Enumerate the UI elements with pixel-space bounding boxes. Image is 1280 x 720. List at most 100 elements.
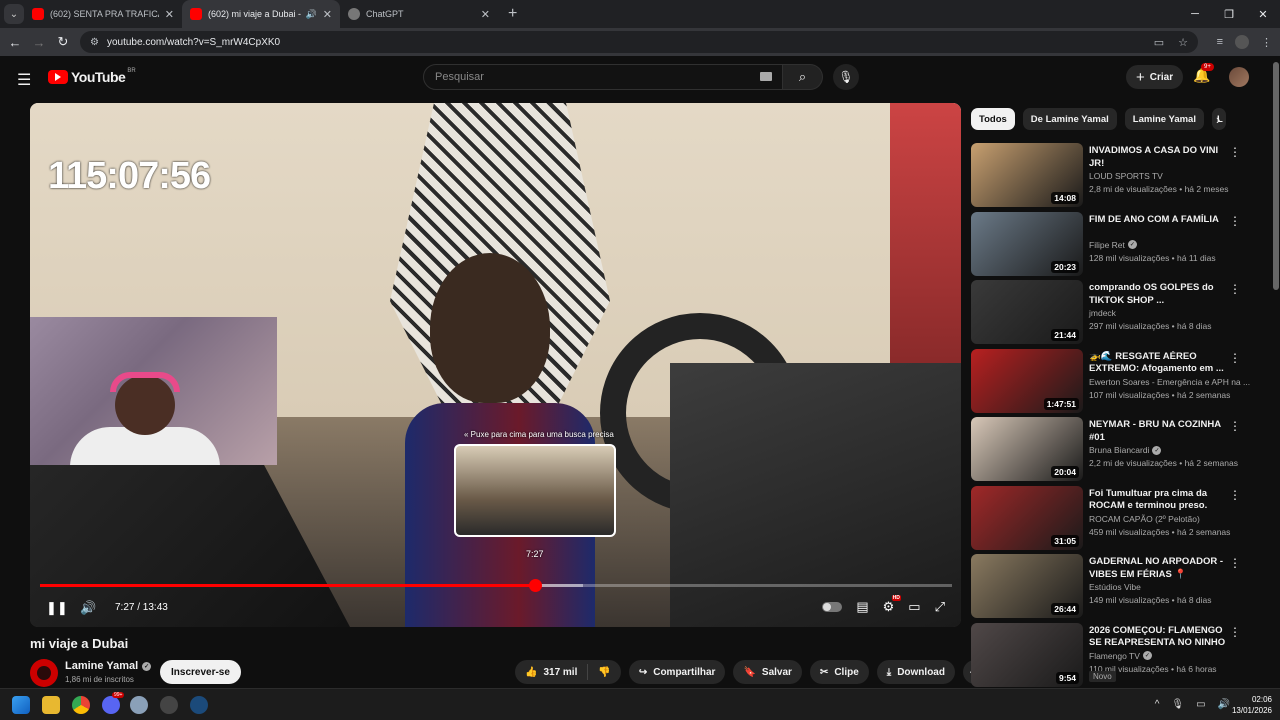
more-options-icon[interactable]: ⋮ — [1229, 282, 1241, 296]
microphone-tray-icon[interactable]: 🎙 — [1171, 699, 1184, 710]
video-thumbnail[interactable]: 14:08 — [971, 143, 1083, 207]
close-icon[interactable]: ✕ — [323, 8, 332, 21]
chip-todos[interactable]: Todos — [971, 108, 1015, 130]
recommendation-title[interactable]: FIM DE ANO COM A FAMÍLIA — [1089, 214, 1229, 227]
recommendation-channel[interactable]: Ewerton Soares - Emergência e APH na ... — [1089, 377, 1250, 387]
channel-name[interactable]: Lamine Yamal ✓ — [65, 660, 152, 672]
discord-icon[interactable] — [102, 696, 120, 714]
recommendation-channel[interactable]: Estúdios Vibe — [1089, 582, 1141, 592]
new-tab-button[interactable]: + — [508, 5, 517, 23]
recommendation-item[interactable]: 9:54 2026 COMEÇOU: FLAMENGO SE REAPRESENT… — [971, 622, 1261, 687]
more-options-icon[interactable]: ⋮ — [1229, 145, 1241, 159]
video-thumbnail[interactable]: 1:47:51 — [971, 348, 1083, 413]
browser-tab-3[interactable]: ChatGPT ✕ — [340, 0, 498, 28]
more-options-icon[interactable]: ⋮ — [1229, 488, 1241, 502]
volume-tray-icon[interactable]: 🔊 — [1218, 699, 1230, 710]
recommendation-channel[interactable]: Filipe Ret ✓ — [1089, 240, 1137, 250]
recommendation-title[interactable]: GADERNAL NO ARPOADOR - VIBES EM FÉRIAS 📍 — [1089, 556, 1229, 581]
site-info-icon[interactable]: ⚙ — [90, 37, 99, 48]
tab-search-icon[interactable]: ⌄ — [4, 4, 24, 24]
theater-mode-button[interactable]: ▭ — [908, 599, 920, 615]
chevron-right-icon[interactable]: › — [1216, 112, 1220, 127]
recommendation-channel[interactable]: ROCAM CAPÃO (2º Pelotão) — [1089, 514, 1200, 524]
create-button[interactable]: + Criar — [1126, 65, 1184, 89]
search-input[interactable]: Pesquisar — [423, 64, 783, 90]
download-button[interactable]: ⤓ Download — [876, 660, 955, 684]
notifications-button[interactable]: 🔔 9+ — [1193, 63, 1214, 84]
address-bar[interactable]: ⚙ youtube.com/watch?v=S_mrW4CpXK0 ▭ ☆ — [80, 31, 1198, 53]
minimize-button[interactable]: ─ — [1178, 0, 1212, 28]
recommendation-item[interactable]: 14:08 INVADIMOS A CASA DO VINI JR! LOUD SP… — [971, 143, 1261, 207]
more-options-icon[interactable]: ⋮ — [1229, 214, 1241, 228]
recommendation-title[interactable]: 2026 COMEÇOU: FLAMENGO SE REAPRESENTA NO… — [1089, 625, 1229, 651]
system-clock[interactable]: 02:06 13/01/2026 — [1232, 694, 1272, 716]
subscribe-button[interactable]: Inscrever-se — [160, 660, 241, 684]
cast-icon[interactable]: ▭ — [1154, 36, 1164, 49]
settings-gear-icon[interactable] — [130, 696, 148, 714]
recommendation-title[interactable]: INVADIMOS A CASA DO VINI JR! — [1089, 145, 1229, 170]
recommendation-item[interactable]: 1:47:51 🚁🌊 RESGATE AÉREO EXTREMO: Afogame… — [971, 348, 1261, 413]
recommendation-channel[interactable]: Bruna Biancardi ✓ — [1089, 445, 1162, 455]
video-thumbnail[interactable]: 9:54 — [971, 622, 1083, 687]
like-button[interactable]: 👍 317 mil — [515, 664, 589, 680]
profile-avatar[interactable] — [1235, 35, 1249, 49]
video-thumbnail[interactable]: 20:23 — [971, 211, 1083, 276]
volume-button[interactable]: 🔊 — [80, 600, 96, 616]
back-button[interactable]: ← — [3, 35, 27, 50]
video-thumbnail[interactable]: 20:04 — [971, 417, 1083, 481]
share-button[interactable]: ↪ Compartilhar — [628, 660, 726, 684]
autoplay-toggle[interactable] — [822, 602, 843, 612]
file-explorer-icon[interactable] — [42, 696, 60, 714]
more-options-icon[interactable]: ⋮ — [1229, 556, 1241, 570]
save-button[interactable]: 🔖 Salvar — [733, 660, 802, 684]
close-icon[interactable]: ✕ — [481, 8, 490, 21]
recommendation-item[interactable]: 20:04 NEYMAR - BRU NA COZINHA #01 Bruna Bi… — [971, 417, 1261, 481]
chatgpt-app-icon[interactable] — [160, 696, 178, 714]
recommendation-channel[interactable]: Flamengo TV ✓ — [1089, 651, 1152, 661]
video-player[interactable]: 115:07:56 « Puxe para cima para uma busc… — [30, 103, 961, 627]
video-thumbnail[interactable]: 31:05 — [971, 485, 1083, 550]
chip-lamine-yamal[interactable]: Lamine Yamal — [1124, 108, 1204, 130]
recommendation-item[interactable]: 31:05 Foi Tumultuar pra cima da ROCAM e t… — [971, 485, 1261, 550]
voice-search-button[interactable]: 🎙 — [833, 64, 859, 90]
recommendation-item[interactable]: 20:23 FIM DE ANO COM A FAMÍLIA Filipe Ret ✓… — [971, 211, 1261, 276]
browser-tab-1[interactable]: (602) SENTA PRA TRAFICANTE ✕ — [24, 0, 182, 28]
settings-button[interactable]: ⚙ HD — [883, 595, 901, 615]
close-window-button[interactable]: ✕ — [1246, 0, 1280, 28]
browser-menu-icon[interactable]: ⋮ — [1261, 36, 1272, 49]
recommendation-title[interactable]: comprando OS GOLPES do TIKTOK SHOP ... — [1089, 282, 1229, 307]
menu-icon[interactable]: ☰ — [17, 70, 31, 90]
chevron-up-icon[interactable]: ^ — [1155, 699, 1160, 710]
network-icon[interactable]: ▭ — [1196, 699, 1205, 710]
recommendation-channel[interactable]: jmdeck — [1089, 308, 1116, 318]
maximize-button[interactable]: ❐ — [1212, 0, 1246, 28]
user-avatar[interactable] — [1229, 67, 1249, 87]
recommendation-channel[interactable]: LOUD SPORTS TV — [1089, 171, 1163, 181]
youtube-logo[interactable]: YouTube BR — [48, 68, 136, 85]
forward-button[interactable]: → — [27, 35, 51, 50]
more-options-icon[interactable]: ⋮ — [1229, 625, 1241, 639]
bookmark-star-icon[interactable]: ☆ — [1178, 36, 1188, 49]
reload-button[interactable]: ↻ — [51, 34, 75, 50]
video-thumbnail[interactable]: 21:44 — [971, 280, 1083, 344]
recommendation-title[interactable]: NEYMAR - BRU NA COZINHA #01 — [1089, 419, 1229, 444]
recommendation-title[interactable]: 🚁🌊 RESGATE AÉREO EXTREMO: Afogamento em … — [1089, 351, 1229, 376]
clip-button[interactable]: ✂ Clipe — [809, 660, 869, 684]
channel-avatar[interactable] — [30, 659, 58, 687]
captions-button[interactable]: ▤ — [856, 599, 868, 615]
more-options-icon[interactable]: ⋮ — [1229, 351, 1241, 365]
more-options-icon[interactable]: ⋮ — [1229, 419, 1241, 433]
steam-icon[interactable] — [190, 696, 208, 714]
windows-start-icon[interactable] — [12, 696, 30, 714]
recommendation-item[interactable]: 26:44 GADERNAL NO ARPOADOR - VIBES EM FÉR… — [971, 554, 1261, 618]
chrome-icon[interactable] — [72, 696, 90, 714]
keyboard-icon[interactable] — [760, 72, 772, 81]
speaker-icon[interactable]: 🔊 — [306, 9, 317, 20]
dislike-button[interactable]: 👎 — [588, 667, 620, 678]
chip-de-lamine-yamal[interactable]: De Lamine Yamal — [1022, 108, 1117, 130]
pause-button[interactable]: ❚❚ — [46, 600, 68, 616]
recommendation-item[interactable]: 21:44 comprando OS GOLPES do TIKTOK SHOP … — [971, 280, 1261, 344]
video-thumbnail[interactable]: 26:44 — [971, 554, 1083, 618]
recommendation-title[interactable]: Foi Tumultuar pra cima da ROCAM e termin… — [1089, 488, 1229, 513]
page-scrollbar[interactable] — [1272, 56, 1280, 688]
